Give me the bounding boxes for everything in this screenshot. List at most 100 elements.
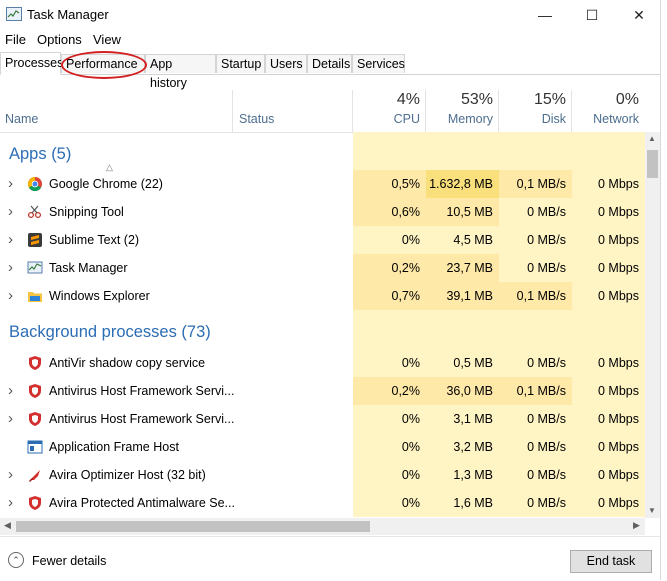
disk-cell: 0 MB/s (499, 349, 572, 377)
process-name: AntiVir shadow copy service (49, 356, 206, 370)
network-cell: 0 Mbps (572, 282, 645, 310)
column-divider[interactable] (232, 90, 233, 132)
cpu-cell: 0,5% (353, 170, 426, 198)
header-cpu[interactable]: CPU (353, 112, 420, 126)
header-memory-pct[interactable]: 53% (426, 91, 493, 109)
expand-chevron-icon[interactable]: › (8, 254, 13, 282)
process-name: Antivirus Host Framework Servi... (49, 412, 235, 426)
scroll-right-icon[interactable]: ▶ (633, 520, 640, 531)
tab-details[interactable]: Details (307, 54, 352, 73)
column-divider[interactable] (571, 90, 572, 132)
process-row[interactable]: › Antivirus Host Framework Servi... 0% 3,1 … (0, 405, 645, 433)
expand-chevron-icon[interactable]: › (8, 282, 13, 310)
expand-chevron-icon[interactable]: › (8, 461, 13, 489)
cpu-cell: 0% (353, 461, 426, 489)
network-cell: 0 Mbps (572, 461, 645, 489)
scroll-left-icon[interactable]: ◀ (4, 520, 11, 531)
memory-cell: 3,1 MB (426, 405, 499, 433)
horizontal-scroll-thumb[interactable] (16, 521, 370, 532)
shield-icon (27, 495, 43, 511)
network-cell: 0 Mbps (572, 349, 645, 377)
network-cell: 0 Mbps (572, 254, 645, 282)
header-cpu-pct[interactable]: 4% (353, 91, 420, 109)
scroll-down-icon[interactable]: ▼ (648, 506, 656, 515)
column-divider[interactable] (498, 90, 499, 132)
expand-chevron-icon[interactable]: › (8, 405, 13, 433)
network-cell: 0 Mbps (572, 377, 645, 405)
memory-cell: 1,3 MB (426, 461, 499, 489)
header-disk-pct[interactable]: 15% (499, 91, 566, 109)
chevron-up-circle-icon[interactable]: ⌃ (8, 552, 24, 568)
menu-file[interactable]: File (5, 32, 26, 47)
process-row[interactable]: Application Frame Host 0% 3,2 MB 0 MB/s 0 Mb… (0, 433, 645, 461)
column-header: △ Name Status 4% CPU 53% Memory 15% Disk… (0, 74, 645, 172)
cpu-cell: 0,2% (353, 377, 426, 405)
process-name: Windows Explorer (49, 289, 150, 303)
fewer-details-link[interactable]: Fewer details (32, 554, 106, 568)
task-manager-icon (27, 260, 43, 276)
disk-cell: 0 MB/s (499, 405, 572, 433)
header-memory[interactable]: Memory (426, 112, 493, 126)
tab-app-history[interactable]: App history (145, 54, 216, 90)
process-row[interactable]: › Snipping Tool 0,6% 10,5 MB 0 MB/s 0 Mbps (0, 198, 645, 226)
expand-chevron-icon[interactable]: › (8, 226, 13, 254)
network-cell: 0 Mbps (572, 405, 645, 433)
memory-cell: 4,5 MB (426, 226, 499, 254)
memory-cell: 36,0 MB (426, 377, 499, 405)
tab-processes[interactable]: Processes (0, 52, 63, 75)
expand-chevron-icon[interactable]: › (8, 198, 13, 226)
process-row[interactable]: AntiVir shadow copy service 0% 0,5 MB 0 MB/… (0, 349, 645, 377)
header-disk[interactable]: Disk (499, 112, 566, 126)
menu-view[interactable]: View (93, 32, 121, 47)
process-row[interactable]: › Avira Optimizer Host (32 bit) 0% 1,3 MB 0 … (0, 461, 645, 489)
process-name: Avira Protected Antimalware Se... (49, 496, 235, 510)
process-row[interactable]: › Task Manager 0,2% 23,7 MB 0 MB/s 0 Mbps (0, 254, 645, 282)
scroll-up-icon[interactable]: ▲ (648, 134, 656, 143)
menu-options[interactable]: Options (37, 32, 82, 47)
process-row[interactable]: › Google Chrome (22) 0,5% 1.632,8 MB 0,1 MB/… (0, 170, 645, 198)
tab-startup[interactable]: Startup (216, 54, 265, 73)
column-divider[interactable] (425, 90, 426, 132)
vertical-scrollbar[interactable]: ▲ ▼ (645, 132, 660, 518)
tab-users[interactable]: Users (265, 54, 307, 73)
maximize-button[interactable]: ☐ (569, 0, 615, 30)
process-row[interactable]: › Windows Explorer 0,7% 39,1 MB 0,1 MB/s 0 Mb… (0, 282, 645, 310)
process-name: Task Manager (49, 261, 128, 275)
disk-cell: 0 MB/s (499, 489, 572, 517)
header-name[interactable]: Name (5, 112, 38, 126)
close-button[interactable]: ✕ (616, 0, 662, 30)
vertical-scroll-thumb[interactable] (647, 150, 658, 178)
header-network[interactable]: Network (572, 112, 639, 126)
process-row[interactable]: › Sublime Text (2) 0% 4,5 MB 0 MB/s 0 Mbps (0, 226, 645, 254)
cpu-cell: 0% (353, 226, 426, 254)
network-cell: 0 Mbps (572, 489, 645, 517)
cpu-cell: 0% (353, 349, 426, 377)
disk-cell: 0 MB/s (499, 461, 572, 489)
shield-icon (27, 383, 43, 399)
expand-chevron-icon[interactable]: › (8, 170, 13, 198)
column-divider[interactable] (352, 90, 353, 132)
group-title: Background processes (73) (9, 323, 211, 341)
network-cell: 0 Mbps (572, 198, 645, 226)
memory-cell: 23,7 MB (426, 254, 499, 282)
process-list: Apps (5) › Google Chrome (22) 0,5% 1.632,8 M… (0, 132, 645, 518)
title-bar[interactable]: Task Manager — ☐ ✕ (0, 0, 660, 30)
process-row[interactable]: › Avira Protected Antimalware Se... 0% 1,6 … (0, 489, 645, 517)
expand-chevron-icon[interactable]: › (8, 377, 13, 405)
footer-bar: ⌃ Fewer details End task (0, 536, 660, 581)
expand-chevron-icon[interactable]: › (8, 489, 13, 517)
tab-performance[interactable]: Performance (61, 54, 145, 73)
header-network-pct[interactable]: 0% (572, 91, 639, 109)
header-status[interactable]: Status (239, 112, 274, 126)
disk-cell: 0 MB/s (499, 254, 572, 282)
minimize-button[interactable]: — (522, 0, 568, 30)
cpu-cell: 0,6% (353, 198, 426, 226)
group-cell-bg (353, 310, 426, 354)
horizontal-scrollbar[interactable]: ◀ ▶ (0, 518, 645, 535)
sublime-icon (27, 232, 43, 248)
process-row[interactable]: › Antivirus Host Framework Servi... 0,2% 36… (0, 377, 645, 405)
end-task-button[interactable]: End task (570, 550, 652, 573)
tab-services[interactable]: Services (352, 54, 405, 73)
process-name: Antivirus Host Framework Servi... (49, 384, 235, 398)
scissors-icon (27, 204, 43, 220)
